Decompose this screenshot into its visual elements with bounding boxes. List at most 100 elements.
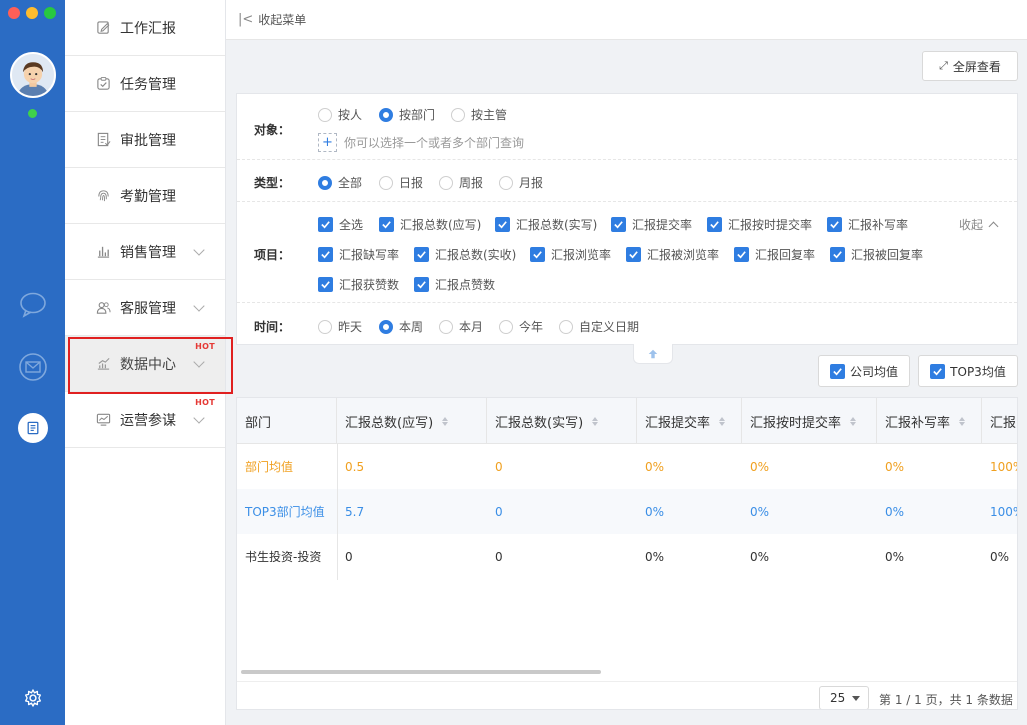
- nav-item-data-center[interactable]: 数据中心 HOT: [65, 336, 225, 392]
- minimize-window-button[interactable]: [26, 7, 38, 19]
- filter-label: 类型：: [253, 176, 290, 190]
- table-cell: 0%: [990, 549, 1010, 564]
- radio-time-this-month[interactable]: 本月: [439, 318, 483, 335]
- toggle-company-average[interactable]: 公司均值: [818, 355, 910, 387]
- chevron-down-icon: [193, 412, 205, 424]
- table-cell: 部门均值: [245, 460, 294, 474]
- fullscreen-button[interactable]: ⤢ 全屏查看: [922, 51, 1018, 81]
- radio-time-yesterday[interactable]: 昨天: [318, 318, 362, 335]
- checkbox-item[interactable]: 汇报总数(实收): [414, 246, 516, 263]
- nav-item-sales[interactable]: 销售管理: [65, 224, 225, 280]
- table-cell: 0%: [645, 549, 665, 564]
- collapse-items-toggle[interactable]: 收起: [959, 216, 999, 233]
- radio-type-weekly[interactable]: 周报: [439, 174, 483, 191]
- nav-item-work-report[interactable]: 工作汇报: [65, 0, 225, 56]
- nav-item-approval[interactable]: 审批管理: [65, 112, 225, 168]
- chevron-down-icon: [193, 244, 205, 256]
- nav-item-ops-advisor[interactable]: 运营参谋 HOT: [65, 392, 225, 448]
- collapse-menu-link[interactable]: 收起菜单: [258, 11, 306, 28]
- toggle-top3-average[interactable]: TOP3均值: [918, 355, 1018, 387]
- column-header-label: 汇报总数(实写): [495, 415, 584, 431]
- collapse-filter-tab[interactable]: [633, 344, 673, 364]
- edit-icon: [95, 20, 111, 36]
- nav-item-label: 任务管理: [120, 76, 176, 93]
- fingerprint-icon: [95, 188, 111, 204]
- close-window-button[interactable]: [8, 7, 20, 19]
- bar-chart-icon: [95, 244, 111, 260]
- checkbox-item[interactable]: 汇报按时提交率: [707, 216, 812, 233]
- sort-icon[interactable]: [592, 416, 599, 426]
- page-size-select[interactable]: 25: [819, 686, 869, 709]
- nav-item-task[interactable]: 任务管理: [65, 56, 225, 112]
- radio-time-custom[interactable]: 自定义日期: [559, 318, 639, 335]
- nav-item-customer-service[interactable]: 客服管理: [65, 280, 225, 336]
- table-cell: 0%: [885, 459, 905, 474]
- avatar[interactable]: [10, 52, 56, 98]
- document-icon[interactable]: [18, 413, 48, 443]
- sort-icon[interactable]: [719, 416, 726, 426]
- checkbox-checked-icon: [414, 277, 429, 292]
- dropdown-arrow-icon: [852, 696, 860, 701]
- checkbox-select-all[interactable]: 全选: [318, 216, 363, 233]
- checkbox-item[interactable]: 汇报点赞数: [414, 276, 495, 293]
- table-cell: 0%: [645, 459, 665, 474]
- checkbox-checked-icon: [930, 363, 946, 379]
- checkbox-item[interactable]: 汇报被浏览率: [626, 246, 719, 263]
- radio-circle: [451, 107, 465, 122]
- settings-gear-icon[interactable]: [17, 682, 49, 714]
- column-header[interactable]: 部门: [237, 398, 337, 444]
- table-cell: 100%: [990, 504, 1017, 519]
- filter-row-type: 类型： 全部 日报 周报 月报: [237, 160, 1017, 202]
- radio-by-supervisor[interactable]: 按主管: [451, 106, 507, 123]
- task-check-icon: [95, 76, 111, 92]
- checkbox-checked-icon: [414, 247, 429, 262]
- nav-item-label: 客服管理: [120, 300, 176, 317]
- plus-icon[interactable]: +: [318, 133, 337, 152]
- sort-icon[interactable]: [959, 416, 966, 426]
- table-row[interactable]: 书生投资-投资 0 0 0% 0% 0% 0%: [237, 534, 1017, 579]
- radio-by-person[interactable]: 按人: [318, 106, 362, 123]
- column-header[interactable]: 汇报补写率: [877, 398, 982, 444]
- chat-bubble-icon[interactable]: [17, 289, 49, 321]
- column-header[interactable]: 汇报按时提交率: [742, 398, 877, 444]
- checkbox-item[interactable]: 汇报回复率: [734, 246, 815, 263]
- checkbox-item[interactable]: 汇报总数(应写): [379, 216, 481, 233]
- nav-item-attendance[interactable]: 考勤管理: [65, 168, 225, 224]
- department-picker[interactable]: + 你可以选择一个或者多个部门查询: [318, 133, 524, 152]
- sort-icon[interactable]: [850, 416, 857, 426]
- radio-circle: [499, 319, 513, 334]
- checkbox-item[interactable]: 汇报获赞数: [318, 276, 399, 293]
- radio-label: 日报: [399, 176, 424, 190]
- column-header-label: 汇报提交率: [645, 415, 711, 431]
- radio-by-department[interactable]: 按部门: [379, 106, 435, 123]
- checkbox-item[interactable]: 汇报总数(实写): [495, 216, 597, 233]
- filter-label: 对象：: [253, 123, 290, 137]
- collapse-menu-icon[interactable]: |<: [238, 12, 253, 27]
- checkbox-item[interactable]: 汇报提交率: [611, 216, 692, 233]
- radio-type-all[interactable]: 全部: [318, 174, 362, 191]
- horizontal-scrollbar[interactable]: [241, 670, 601, 674]
- column-header[interactable]: 汇报总数(实写): [487, 398, 637, 444]
- mail-icon[interactable]: [17, 351, 49, 383]
- column-header[interactable]: 汇报总数(应写): [337, 398, 487, 444]
- table-row-department-average[interactable]: 部门均值 0.5 0 0% 0% 0% 100%: [237, 444, 1017, 489]
- checkbox-item[interactable]: 汇报补写率: [827, 216, 908, 233]
- column-header-label: 部门: [245, 415, 272, 431]
- chevron-down-icon: [193, 300, 205, 312]
- radio-time-this-year[interactable]: 今年: [499, 318, 543, 335]
- checkbox-item[interactable]: 汇报浏览率: [530, 246, 611, 263]
- filter-row-time: 时间： 昨天 本周 本月 今年 自定义日期: [237, 303, 1017, 346]
- table-cell: 0%: [750, 504, 770, 519]
- radio-type-monthly[interactable]: 月报: [499, 174, 543, 191]
- checkbox-item[interactable]: 汇报缺写率: [318, 246, 399, 263]
- sort-icon[interactable]: [442, 416, 449, 426]
- radio-type-daily[interactable]: 日报: [379, 174, 423, 191]
- table-row-top3-average[interactable]: TOP3部门均值 5.7 0 0% 0% 0% 100%: [237, 489, 1017, 534]
- maximize-window-button[interactable]: [44, 7, 56, 19]
- column-header[interactable]: 汇报提交率: [637, 398, 742, 444]
- radio-time-this-week[interactable]: 本周: [379, 318, 423, 335]
- column-header[interactable]: 汇报: [982, 398, 1017, 444]
- checkbox-item[interactable]: 汇报被回复率: [830, 246, 923, 263]
- column-header-label: 汇报按时提交率: [750, 415, 842, 431]
- checkbox-label: 汇报提交率: [632, 218, 693, 232]
